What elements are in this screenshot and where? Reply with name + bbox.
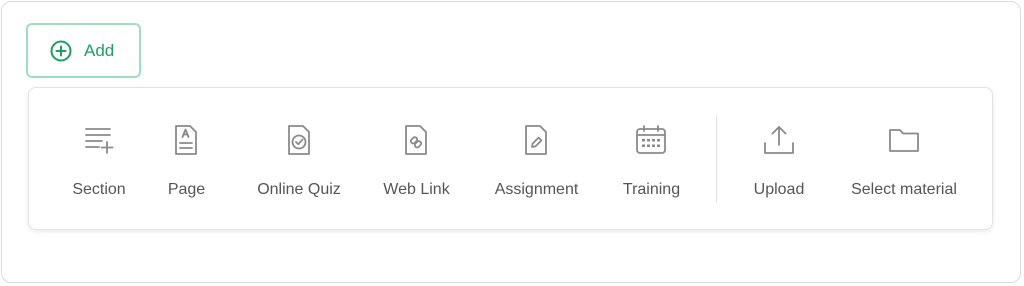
menu-item-label: Section: [72, 181, 126, 198]
menu-item-label: Web Link: [383, 181, 450, 198]
link-document-icon: [397, 121, 435, 159]
menu-item-label: Assignment: [494, 181, 579, 198]
menu-item-select-material[interactable]: Select material: [839, 88, 969, 231]
add-content-menu: Section Page Online Quiz Web Link Assign…: [28, 87, 993, 230]
menu-item-label: Select material: [851, 181, 957, 198]
menu-item-assignment[interactable]: Assignment: [484, 88, 589, 231]
menu-item-label: Page: [167, 181, 206, 198]
pencil-document-icon: [517, 121, 555, 159]
quiz-check-icon: [280, 121, 318, 159]
upload-icon: [760, 121, 798, 159]
menu-item-label: Training: [622, 181, 681, 198]
menu-item-label: Upload: [753, 181, 805, 198]
menu-divider: [716, 115, 717, 203]
section-list-add-icon: [80, 121, 118, 159]
content-panel: Add Section Page Online Quiz Web Link As…: [1, 1, 1021, 283]
add-button-label: Add: [84, 40, 115, 60]
menu-item-page[interactable]: Page: [154, 88, 219, 231]
menu-item-upload[interactable]: Upload: [744, 88, 814, 231]
menu-item-training[interactable]: Training: [614, 88, 689, 231]
menu-item-section[interactable]: Section: [59, 88, 139, 231]
add-button[interactable]: Add: [26, 23, 141, 78]
calendar-icon: [632, 121, 670, 159]
page-document-icon: [167, 121, 205, 159]
folder-icon: [885, 121, 923, 159]
plus-circle-icon: [50, 40, 72, 62]
menu-item-web-link[interactable]: Web Link: [374, 88, 459, 231]
menu-item-online-quiz[interactable]: Online Quiz: [249, 88, 349, 231]
menu-item-label: Online Quiz: [257, 181, 341, 198]
